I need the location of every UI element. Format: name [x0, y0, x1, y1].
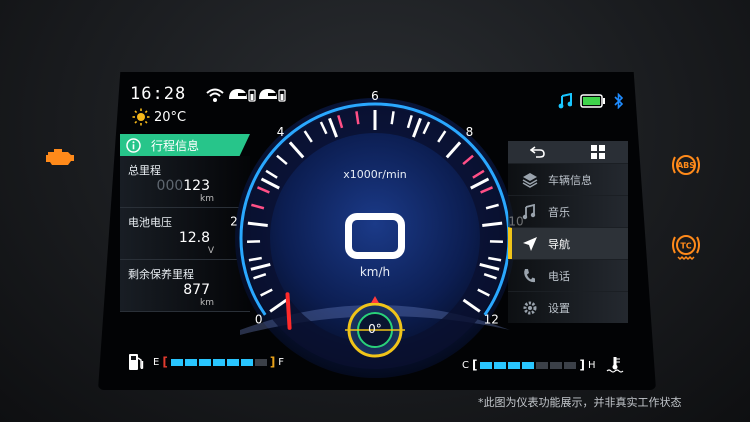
clock: 16:28	[130, 84, 187, 104]
back-button[interactable]	[508, 141, 568, 163]
trip-info-title: 行程信息	[151, 138, 200, 153]
svg-text:TC: TC	[680, 242, 691, 251]
level-segment	[522, 361, 535, 369]
menu-item-label: 音乐	[548, 205, 570, 219]
coolant-gauge: C [ ] H	[462, 356, 624, 374]
battery-icon	[580, 94, 605, 108]
gear-icon	[523, 301, 537, 315]
rpm-unit-label: x1000r/min	[343, 168, 407, 181]
trip-row-label: 电池电压	[128, 216, 172, 229]
trip-row-unit: km	[200, 194, 214, 204]
coolant-bracket-left: [	[471, 358, 478, 372]
trip-row-battery-voltage: 电池电压 12.8 V	[120, 208, 250, 260]
fuel-bracket-left: [	[162, 355, 168, 369]
info-icon	[126, 137, 141, 153]
wifi-icon	[206, 88, 224, 102]
trip-row-service-mileage: 剩余保养里程 877 km	[120, 260, 250, 312]
level-segment	[536, 361, 549, 369]
trip-info-panel: 行程信息 总里程 000123 km 电池电压 12.8 V 剩余保养里程 87…	[120, 134, 250, 324]
fuel-full-label: F	[278, 356, 285, 368]
trip-row-value: 12.8	[178, 230, 210, 246]
menu-item-phone[interactable]: 电话	[508, 259, 628, 291]
navigation-icon	[523, 237, 537, 251]
svg-text:ABS: ABS	[677, 161, 695, 170]
menu-item-navigation[interactable]: 导航	[508, 227, 628, 259]
menu-top-bar	[508, 141, 628, 163]
fuel-gauge: E [ ] F	[128, 353, 284, 371]
layers-icon	[522, 173, 538, 188]
menu-item-music[interactable]: 音乐	[508, 195, 628, 227]
menu-item-label: 电话	[548, 269, 570, 283]
weather: 20°C	[132, 108, 186, 126]
compass-heading: 0°	[368, 322, 382, 336]
trip-row-value: 000123	[156, 178, 210, 194]
music-note-icon	[558, 93, 572, 109]
coolant-temperature-icon	[607, 357, 624, 373]
back-arrow-icon	[530, 146, 545, 158]
trip-row-unit: V	[207, 246, 214, 256]
bluetooth-icon	[614, 93, 624, 109]
fuel-level-bar	[170, 358, 267, 366]
trip-row-label: 剩余保养里程	[128, 268, 194, 281]
trip-info-header[interactable]: 行程信息	[120, 134, 250, 156]
abs-warning-icon: ABS	[672, 155, 700, 175]
trip-row-unit: km	[200, 298, 214, 308]
level-segment	[508, 361, 521, 369]
coolant-hot-label: H	[587, 359, 596, 371]
level-segment	[480, 361, 493, 369]
trip-row-total-mileage: 总里程 000123 km	[120, 156, 250, 208]
trip-row-value: 877	[183, 282, 210, 298]
level-segment	[550, 361, 563, 369]
fuel-pump-icon	[129, 354, 144, 370]
trip-row-label: 总里程	[128, 164, 161, 177]
level-segment	[254, 358, 267, 366]
menu-item-label: 导航	[548, 237, 570, 251]
level-segment	[170, 358, 183, 366]
speed-unit: km/h	[359, 265, 391, 279]
level-segment	[198, 358, 211, 366]
traction-control-icon: TC	[672, 235, 700, 261]
menu-item-vehicle-info[interactable]: 车辆信息	[508, 163, 628, 195]
phone-icon	[524, 269, 535, 283]
coolant-level-bar	[480, 361, 577, 369]
speed-value	[345, 213, 405, 259]
coolant-cold-label: C	[462, 359, 469, 371]
temperature: 20°C	[154, 109, 187, 125]
level-segment	[212, 358, 225, 366]
fuel-bracket-right: ]	[269, 355, 276, 369]
menu-item-settings[interactable]: 设置	[508, 291, 628, 323]
grid-icon	[591, 145, 605, 159]
menu-item-label: 车辆信息	[548, 173, 592, 187]
side-menu: 车辆信息 音乐 导航 电话 设置	[508, 141, 628, 324]
level-segment	[564, 361, 577, 369]
coolant-bracket-right: ]	[579, 358, 585, 372]
helmet-2-icon	[259, 89, 286, 102]
level-segment	[226, 358, 239, 366]
disclaimer-text: *此图为仪表功能展示，并非真实工作状态	[478, 396, 682, 409]
menu-item-label: 设置	[548, 301, 570, 315]
right-status	[558, 93, 624, 109]
helmet-1-icon	[229, 89, 256, 102]
engine-check-icon	[46, 149, 74, 165]
sun-icon	[132, 108, 150, 126]
home-grid-button[interactable]	[568, 141, 628, 163]
level-segment	[184, 358, 197, 366]
music-icon	[522, 204, 536, 220]
level-segment	[494, 361, 507, 369]
fuel-empty-label: E	[153, 356, 160, 368]
level-segment	[240, 358, 253, 366]
